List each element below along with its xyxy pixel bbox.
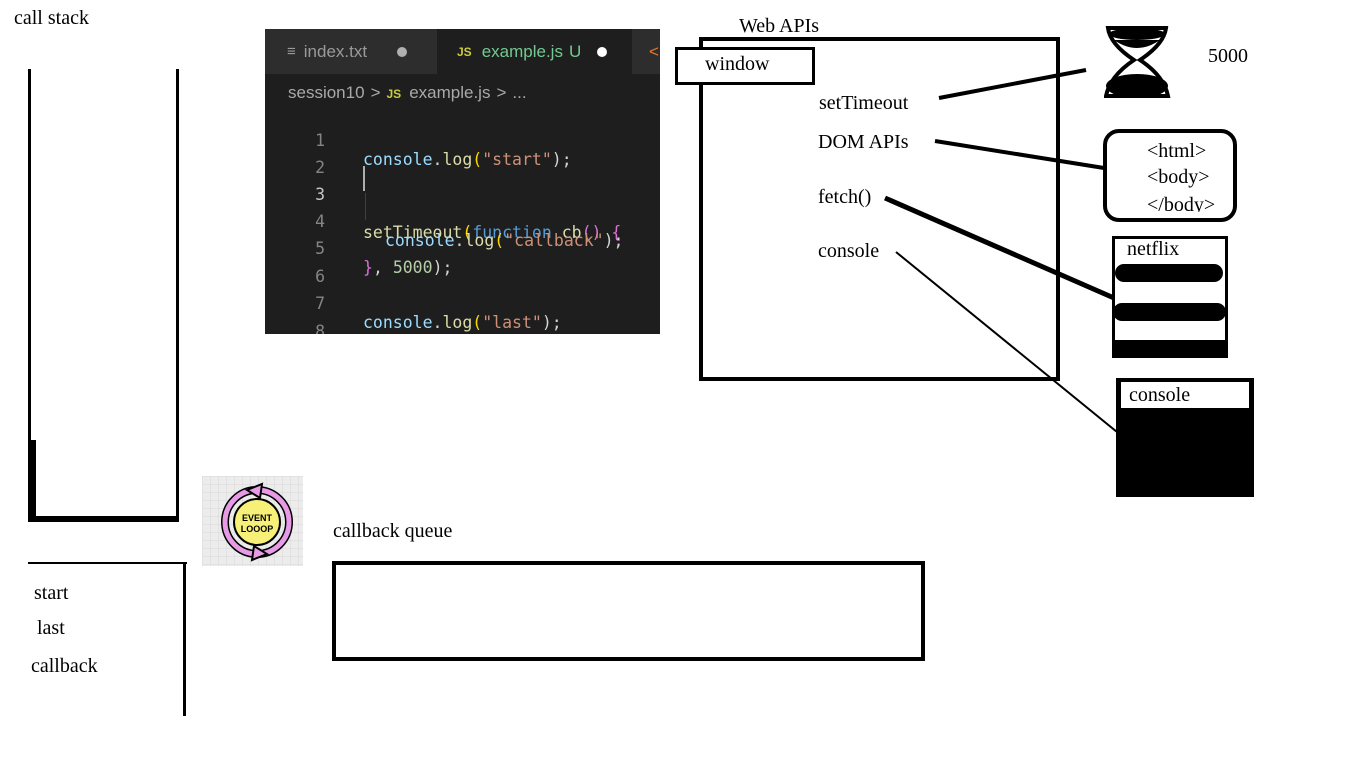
breadcrumb-folder[interactable]: session10 (288, 83, 365, 102)
hourglass-icon (1103, 26, 1172, 98)
call-stack-bottom (28, 516, 179, 522)
netflix-label: netflix (1127, 238, 1180, 260)
html-file-icon: < (649, 41, 659, 61)
window-label: window (705, 53, 770, 75)
tab-index-txt-label: index.txt (303, 41, 368, 61)
call-stack-right-wall (176, 69, 179, 522)
hourglass-graphic (1103, 26, 1171, 98)
code-line-7: 7 console.log("last"); (265, 275, 660, 332)
event-loop-text-2: LOOOP (241, 524, 274, 534)
netflix-base (1112, 340, 1226, 358)
api-fetch: fetch() (818, 186, 872, 208)
text-cursor (363, 166, 365, 191)
console-box-label: console (1129, 384, 1191, 406)
netflix-bar (1115, 264, 1223, 282)
tab-index-txt[interactable]: ≡ index.txt (265, 29, 437, 74)
output-line-start: start (34, 582, 69, 604)
breadcrumb-more[interactable]: ... (512, 83, 526, 102)
api-dom-apis: DOM APIs (818, 131, 909, 153)
web-apis-label: Web APIs (739, 15, 820, 37)
unsaved-dot-icon (397, 46, 408, 57)
code-line-1: 1 console.log("start"); (265, 112, 660, 169)
output-line-last: last (37, 617, 65, 639)
chevron-right-icon: > (496, 83, 507, 102)
web-apis-box (699, 37, 1060, 381)
event-loop-graphic: EVENT LOOOP (202, 476, 303, 566)
breadcrumb: session10 > JS example.js >... (288, 83, 527, 103)
code-line-8: 8 (265, 303, 660, 334)
callback-queue-box (332, 561, 925, 661)
output-divider (28, 562, 187, 564)
code-line-2: 2 (265, 139, 660, 177)
line-number: 8 (315, 322, 325, 334)
api-console: console (818, 240, 880, 262)
editor-tab-bar: ≡ index.txt JS example.js U < (265, 29, 660, 74)
html-line-body: <body> (1147, 166, 1210, 188)
code-line-5: 5 }, 5000); (265, 220, 660, 277)
netflix-bar (1113, 303, 1226, 321)
code-editor-screenshot: ≡ index.txt JS example.js U < session10 >… (265, 29, 660, 334)
code-line-6: 6 (265, 248, 660, 286)
js-file-icon: JS (457, 44, 472, 59)
api-settimeout: setTimeout (819, 92, 909, 114)
tab-status-badge: U (568, 41, 582, 61)
output-right-line (183, 562, 186, 716)
callback-queue-label: callback queue (333, 520, 453, 542)
chevron-right-icon: > (370, 83, 381, 102)
html-line-open: <html> (1147, 140, 1207, 162)
timer-value: 5000 (1208, 45, 1248, 67)
code-line-3: 3 setTimeout(function cb() { (265, 166, 660, 242)
call-stack-label: call stack (14, 7, 89, 29)
code-line-4: 4 console.log("callback"); (265, 193, 660, 250)
js-file-icon: JS (386, 87, 402, 101)
tab-overflow[interactable]: < (632, 29, 660, 74)
text-file-icon: ≡ (287, 43, 296, 60)
tab-example-js[interactable]: JS example.js U (437, 29, 632, 74)
tab-example-js-label: example.js (481, 41, 563, 61)
output-line-callback: callback (31, 655, 98, 677)
event-loop-icon: EVENT LOOOP (202, 476, 303, 566)
call-stack-corner (30, 440, 36, 522)
unsaved-dot-icon (597, 46, 608, 57)
breadcrumb-file[interactable]: example.js (409, 83, 490, 102)
event-loop-text-1: EVENT (242, 513, 273, 523)
html-line-body-close: </body> (1147, 195, 1216, 212)
